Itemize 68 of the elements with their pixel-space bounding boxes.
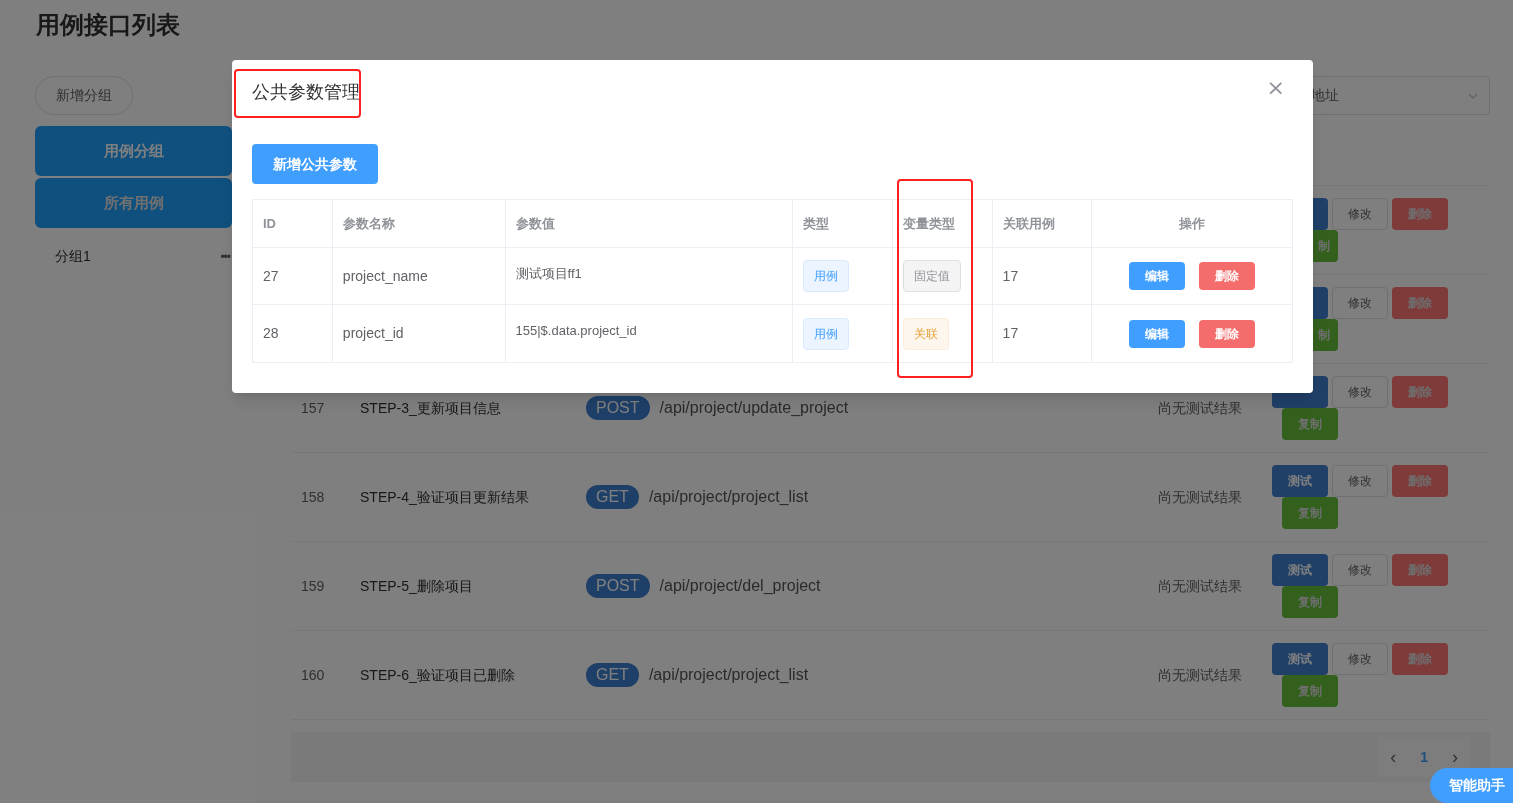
modify-button[interactable]: 修改 (1332, 376, 1388, 408)
side-tab[interactable]: 用例分组 (35, 126, 232, 176)
tag: 固定值 (902, 260, 961, 292)
table-cell: 17 (992, 248, 1093, 304)
copy-button[interactable]: 复制 (1282, 497, 1338, 529)
test-result: 尚无测试结果 (1158, 398, 1243, 418)
delete-button[interactable]: 删除 (1199, 319, 1256, 348)
tag: 用例 (802, 260, 849, 292)
api-path: /api/project/del_project (659, 576, 821, 596)
test-button[interactable]: 测试 (1272, 554, 1328, 586)
method-badge: POST (586, 574, 650, 598)
dialog-title: 公共参数管理 (252, 81, 360, 104)
delete-button[interactable]: 删除 (1199, 262, 1256, 290)
table-cell: 28 (253, 305, 333, 362)
case-id: 160 (300, 665, 326, 685)
case-name: STEP-6_验证项目已删除 (360, 665, 516, 685)
method-badge: GET (586, 663, 639, 687)
method-badge: GET (586, 485, 639, 509)
table-cell: 27 (253, 248, 333, 304)
column-header: 变量类型 (892, 200, 993, 247)
table-cell: project_id (332, 305, 506, 362)
api-path: /api/project/project_list (648, 487, 809, 507)
column-header: 参数名称 (332, 200, 506, 247)
api-path: /api/project/update_project (659, 398, 849, 418)
table-cell: 测试项目ff1 (505, 248, 793, 304)
copy-button[interactable]: 复制 (1282, 586, 1338, 618)
side-tab[interactable]: 所有用例 (35, 178, 232, 228)
api-path: /api/project/project_list (648, 665, 809, 685)
test-button[interactable]: 测试 (1272, 643, 1328, 675)
edit-button[interactable]: 编辑 (1129, 319, 1186, 348)
modify-button[interactable]: 修改 (1332, 287, 1388, 319)
test-result: 尚无测试结果 (1158, 487, 1243, 507)
tag: 用例 (802, 317, 849, 350)
test-result: 尚无测试结果 (1158, 665, 1243, 685)
modify-button[interactable]: 修改 (1332, 643, 1388, 675)
next-page-button[interactable]: › (1452, 743, 1458, 771)
group-item[interactable]: 分组1 (55, 246, 91, 267)
page-number[interactable]: 1 (1420, 746, 1428, 768)
case-name: STEP-3_更新项目信息 (360, 398, 502, 418)
case-id: 159 (300, 576, 326, 596)
column-header: 参数值 (505, 200, 793, 247)
modify-button[interactable]: 修改 (1332, 554, 1388, 586)
assistant-button[interactable]: 智能助手 (1430, 768, 1513, 803)
test-button[interactable]: 测试 (1272, 465, 1328, 497)
close-button[interactable]: × (1266, 80, 1285, 96)
modify-button[interactable]: 修改 (1332, 465, 1388, 497)
tag: 关联 (902, 317, 949, 350)
column-header: 关联用例 (992, 200, 1093, 247)
table-cell: 17 (992, 305, 1093, 362)
case-name: STEP-4_验证项目更新结果 (360, 487, 530, 507)
column-header: 类型 (792, 200, 893, 247)
case-id: 157 (300, 398, 326, 418)
case-id: 158 (300, 487, 326, 507)
case-name: STEP-5_删除项目 (360, 576, 474, 596)
column-header: 操作 (1178, 214, 1207, 233)
method-badge: POST (586, 396, 650, 420)
column-header: ID (253, 200, 333, 247)
copy-button[interactable]: 复制 (1282, 408, 1338, 440)
test-result: 尚无测试结果 (1158, 576, 1243, 596)
table-cell: project_name (332, 248, 506, 304)
prev-page-button[interactable]: ‹ (1390, 743, 1397, 771)
copy-button[interactable]: 复制 (1282, 675, 1338, 707)
table-cell: 155|$.data.project_id (505, 305, 793, 362)
add-parameter-button[interactable]: 新增公共参数 (252, 144, 378, 184)
edit-button[interactable]: 编辑 (1129, 262, 1186, 290)
more-icon[interactable]: ••• (220, 247, 230, 266)
modify-button[interactable]: 修改 (1332, 198, 1388, 230)
page-title: 用例接口列表 (36, 10, 181, 40)
